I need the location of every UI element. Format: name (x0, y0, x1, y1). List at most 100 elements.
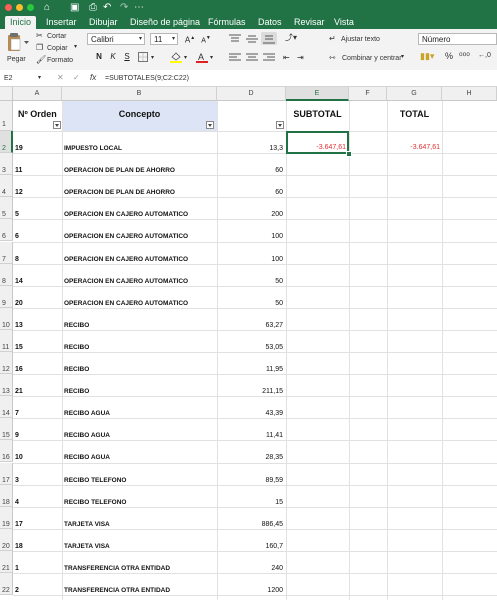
order-number-cell[interactable]: 5 (15, 210, 19, 219)
filter-dropdown-d[interactable] (276, 121, 284, 129)
fill-color-icon[interactable] (170, 51, 182, 63)
amount-cell[interactable]: 100 (217, 255, 283, 264)
concept-cell[interactable]: RECIBO AGUA (64, 431, 110, 440)
concept-cell[interactable]: OPERACION EN CAJERO AUTOMATICO (64, 255, 188, 264)
concept-cell[interactable]: OPERACION DE PLAN DE AHORRO (64, 166, 175, 175)
concept-cell[interactable]: RECIBO TELEFONO (64, 476, 126, 485)
order-number-cell[interactable]: 6 (15, 232, 19, 241)
row-header[interactable]: 20 (0, 528, 13, 551)
concept-cell[interactable]: TRANSFERENCIA OTRA ENTIDAD (64, 586, 170, 595)
row-header[interactable]: 6 (0, 219, 13, 242)
order-number-cell[interactable]: 20 (15, 299, 23, 308)
order-number-cell[interactable]: 9 (15, 431, 19, 440)
copy-dropdown-icon[interactable]: ▾ (74, 43, 77, 52)
order-number-cell[interactable]: 13 (15, 321, 23, 330)
tab-formulas[interactable]: Fórmulas (208, 16, 246, 29)
redo-icon[interactable]: ↷ (120, 2, 128, 13)
order-number-cell[interactable]: 14 (15, 277, 23, 286)
name-box[interactable]: E2 (4, 74, 13, 83)
order-number-cell[interactable]: 21 (15, 387, 23, 396)
percent-button[interactable]: % (445, 52, 453, 61)
copy-icon[interactable]: ❐ (36, 43, 43, 52)
font-name-dropdown-icon[interactable]: ▾ (139, 35, 142, 44)
amount-cell[interactable]: 11,41 (217, 431, 283, 440)
bold-button[interactable]: N (93, 51, 105, 62)
row-header[interactable]: 9 (0, 285, 13, 308)
amount-cell[interactable]: 11,95 (217, 365, 283, 374)
print-icon[interactable]: ⎙ (89, 2, 97, 13)
order-number-cell[interactable]: 1 (15, 564, 19, 573)
row-header[interactable]: 12 (0, 352, 13, 375)
align-top-icon[interactable] (229, 34, 241, 44)
filter-dropdown-b[interactable] (206, 121, 214, 129)
wrap-text-button[interactable]: Ajustar texto (341, 35, 380, 44)
order-number-cell[interactable]: 19 (15, 144, 23, 153)
cut-button[interactable]: Cortar (47, 32, 66, 41)
column-header-h[interactable]: H (442, 87, 497, 101)
copy-button[interactable]: Copiar (47, 44, 68, 53)
formula-input[interactable]: =SUBTOTALES(9;C2:C22) (105, 74, 189, 83)
order-number-cell[interactable]: 10 (15, 453, 23, 462)
amount-cell[interactable]: 60 (217, 166, 283, 175)
order-number-cell[interactable]: 16 (15, 365, 23, 374)
format-painter-button[interactable]: Formato (47, 56, 73, 65)
number-format-select[interactable]: Número (418, 33, 497, 45)
amount-cell[interactable]: 89,59 (217, 476, 283, 485)
font-color-icon[interactable]: A (196, 51, 208, 63)
row-header[interactable]: 5 (0, 197, 13, 220)
order-number-cell[interactable]: 17 (15, 520, 23, 529)
amount-cell[interactable]: 13,3 (217, 144, 283, 153)
close-window-button[interactable] (5, 4, 12, 11)
insert-function-icon[interactable]: fx (90, 73, 96, 82)
row-header[interactable]: 19 (0, 506, 13, 529)
scissors-icon[interactable]: ✂ (36, 31, 43, 40)
amount-cell[interactable]: 886,45 (217, 520, 283, 529)
column-header-a[interactable]: A (13, 87, 62, 101)
tab-inicio[interactable]: Inicio (5, 16, 37, 29)
row-header[interactable]: 8 (0, 263, 13, 286)
minimize-window-button[interactable] (16, 4, 23, 11)
decrease-indent-icon[interactable]: ⇤ (283, 53, 290, 62)
concept-cell[interactable]: TRANSFERENCIA OTRA ENTIDAD (64, 564, 170, 573)
row-header[interactable]: 16 (0, 440, 13, 463)
total-cell[interactable]: -3.647,61 (387, 143, 440, 152)
row-header[interactable]: 3 (0, 153, 13, 176)
order-number-cell[interactable]: 15 (15, 343, 23, 352)
order-number-cell[interactable]: 2 (15, 586, 19, 595)
concept-cell[interactable]: IMPUESTO LOCAL (64, 144, 122, 153)
row-header[interactable]: 11 (0, 329, 13, 352)
font-name-select[interactable]: Calibri (87, 33, 145, 45)
tab-datos[interactable]: Datos (258, 16, 282, 29)
concept-cell[interactable]: RECIBO (64, 365, 89, 374)
concept-cell[interactable]: RECIBO AGUA (64, 453, 110, 462)
order-number-cell[interactable]: 7 (15, 409, 19, 418)
amount-cell[interactable]: 50 (217, 277, 283, 286)
orientation-icon[interactable]: ⤴▾ (285, 33, 297, 42)
amount-cell[interactable]: 50 (217, 299, 283, 308)
thousands-separator-icon[interactable]: ⁰⁰⁰ (459, 52, 470, 61)
row-header[interactable]: 4 (0, 175, 13, 198)
amount-cell[interactable]: 63,27 (217, 321, 283, 330)
order-number-cell[interactable]: 12 (15, 188, 23, 197)
order-number-cell[interactable]: 8 (15, 255, 19, 264)
wrap-text-icon[interactable]: ↵ (329, 34, 336, 43)
undo-icon[interactable]: ↶ (103, 2, 111, 13)
concept-cell[interactable]: OPERACION EN CAJERO AUTOMATICO (64, 299, 188, 308)
order-number-cell[interactable]: 18 (15, 542, 23, 551)
column-header-e[interactable]: E (286, 87, 349, 101)
tab-diseno-de-pagina[interactable]: Diseño de página (130, 16, 200, 29)
borders-icon[interactable] (138, 52, 148, 62)
name-box-dropdown-icon[interactable]: ▾ (38, 74, 41, 83)
format-painter-icon[interactable]: 🖌 (36, 55, 46, 64)
amount-cell[interactable]: 160,7 (217, 542, 283, 551)
underline-button[interactable]: S (121, 51, 133, 62)
select-all-corner[interactable] (0, 87, 13, 101)
merge-center-icon[interactable]: ⇿ (329, 53, 336, 62)
borders-dropdown-icon[interactable]: ▾ (151, 54, 154, 63)
decrease-font-icon[interactable]: A▼ (200, 33, 212, 44)
concept-cell[interactable]: OPERACION EN CAJERO AUTOMATICO (64, 232, 188, 241)
amount-cell[interactable]: 53,05 (217, 343, 283, 352)
tab-revisar[interactable]: Revisar (294, 16, 325, 29)
header-total[interactable]: TOTAL (387, 110, 442, 119)
row-header[interactable]: 13 (0, 374, 13, 397)
